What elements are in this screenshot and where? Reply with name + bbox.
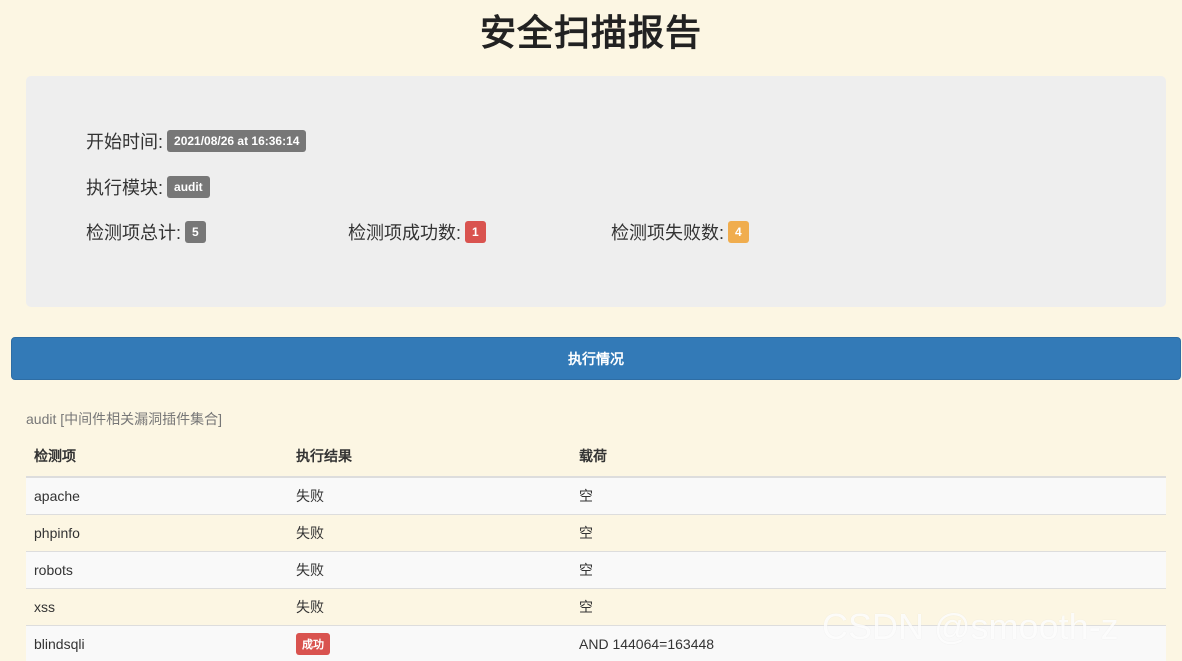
cell-payload: 空 (571, 476, 1166, 514)
cell-result: 失败 (288, 550, 571, 588)
report-page: 安全扫描报告 开始时间: 2021/08/26 at 16:36:14 执行模块… (0, 0, 1182, 661)
table-row: apache 失败 空 (26, 476, 1166, 514)
table-row: phpinfo 失败 空 (26, 513, 1166, 551)
header-payload: 载荷 (571, 436, 1166, 478)
start-time-badge: 2021/08/26 at 16:36:14 (167, 130, 307, 152)
cell-result: 成功 (288, 624, 571, 661)
success-label: 检测项成功数: (348, 223, 462, 243)
page-title: 安全扫描报告 (479, 12, 702, 53)
total-stat: 检测项总计: 5 (86, 219, 206, 245)
cell-item: robots (26, 550, 288, 588)
success-badge: 1 (465, 221, 486, 243)
cell-item: xss (26, 587, 288, 625)
table-caption: audit [中间件相关漏洞插件集合] (26, 411, 223, 427)
summary-panel: 开始时间: 2021/08/26 at 16:36:14 执行模块: audit… (26, 76, 1166, 307)
stats-row: 检测项总计: 5 检测项成功数: 1 检测项失败数: 4 (86, 219, 786, 243)
module-badge: audit (167, 176, 210, 198)
cell-item: phpinfo (26, 513, 288, 551)
fail-badge: 4 (728, 221, 749, 243)
execution-status-bar[interactable]: 执行情况 (11, 337, 1181, 380)
cell-item: apache (26, 476, 288, 514)
success-result-badge: 成功 (296, 632, 330, 655)
table-header-row: 检测项 执行结果 载荷 (26, 436, 1166, 478)
total-badge: 5 (185, 221, 206, 243)
start-time-row: 开始时间: 2021/08/26 at 16:36:14 (86, 128, 307, 154)
cell-payload: 空 (571, 513, 1166, 551)
table-row: robots 失败 空 (26, 550, 1166, 588)
fail-stat: 检测项失败数: 4 (611, 219, 749, 245)
cell-result: 失败 (288, 513, 571, 551)
cell-result: 失败 (288, 587, 571, 625)
module-label: 执行模块: (86, 178, 164, 198)
header-item: 检测项 (26, 436, 288, 478)
total-label: 检测项总计: (86, 223, 182, 243)
success-stat: 检测项成功数: 1 (348, 219, 486, 245)
header-result: 执行结果 (288, 436, 571, 478)
cell-payload: 空 (571, 550, 1166, 588)
module-row: 执行模块: audit (86, 174, 210, 200)
watermark: CSDN @smooth-z (822, 606, 1119, 647)
fail-label: 检测项失败数: (611, 223, 725, 243)
cell-item: blindsqli (26, 624, 288, 661)
cell-result: 失败 (288, 476, 571, 514)
start-time-label: 开始时间: (86, 132, 164, 152)
